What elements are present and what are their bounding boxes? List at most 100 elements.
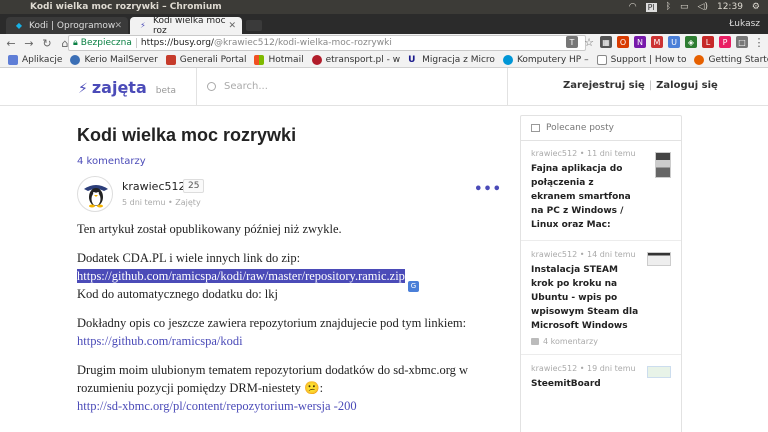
url-path: @krawiec512/kodi-wielka-moc-rozrywki — [213, 38, 392, 48]
translate-extension-icon[interactable]: T — [566, 36, 578, 48]
reload-icon[interactable]: ↻ — [40, 37, 54, 50]
post-title[interactable]: Instalacja STEAM krok po kroku na Ubuntu… — [531, 263, 641, 333]
lock-icon[interactable]: 🔒︎ — [73, 38, 78, 48]
paragraph: Ten artykuł został opublikowany później … — [77, 222, 342, 236]
battery-icon[interactable]: ▭ — [680, 2, 689, 12]
bookmarks-bar: Aplikacje Kerio MailServer Generali Port… — [0, 52, 768, 68]
list-item[interactable]: krawiec512 • 11 dni temu Fajna aplikacja… — [521, 141, 681, 241]
comments-count[interactable]: 4 komentarzy — [531, 337, 671, 346]
panel-header: Polecane posty — [521, 116, 681, 141]
paragraph: Drugim moim ulubionym tematem repozytori… — [77, 363, 469, 413]
post-time: 5 dni temu — [122, 198, 166, 207]
comment-icon — [531, 338, 539, 345]
auth-separator: | — [648, 80, 653, 91]
browser-toolbar: ← → ↻ ⌂ 🔒︎ Bezpieczna https://busy.org/ … — [0, 34, 768, 52]
pin-extension-icon[interactable]: P — [719, 36, 731, 48]
login-link[interactable]: Zaloguj się — [656, 80, 718, 91]
close-tab-icon[interactable]: ✕ — [228, 21, 236, 31]
browser-menu-icon[interactable]: ⋮ — [753, 36, 765, 49]
windows-icon — [254, 54, 265, 65]
url-host: https://busy.org/ — [140, 38, 214, 48]
mail-extension-icon[interactable]: M — [651, 36, 663, 48]
bookmark-star-icon[interactable]: ☆ — [583, 36, 595, 49]
box-extension-icon[interactable]: □ — [736, 36, 748, 48]
bluetooth-icon[interactable]: ᛒ — [666, 2, 671, 12]
office-extension-icon[interactable]: O — [617, 36, 629, 48]
article-title: Kodi wielka moc rozrywki — [77, 125, 297, 145]
auth-links: Zarejestruj się | Zaloguj się — [563, 80, 718, 91]
new-tab-button[interactable] — [246, 20, 262, 31]
volume-icon[interactable]: ◁) — [698, 2, 708, 12]
tab-kodi-oprogramowanie[interactable]: ◆ Kodi | Oprogramow ✕ — [6, 17, 128, 34]
firefox-icon — [694, 54, 705, 65]
keyboard-layout-icon[interactable]: Pl — [645, 2, 657, 12]
shield-extension-icon[interactable]: ◈ — [685, 36, 697, 48]
close-tab-icon[interactable]: ✕ — [114, 21, 122, 31]
repo-link[interactable]: https://github.com/ramicspa/kodi — [77, 334, 243, 348]
os-title-bar: Kodi wielka moc rozrywki – Chromium ◠ Pl… — [0, 0, 768, 14]
clock[interactable]: 12:39 — [717, 2, 743, 12]
kerio-icon — [70, 54, 81, 65]
logo-text: zajęta — [91, 78, 147, 97]
beta-badge: beta — [155, 86, 177, 96]
extension-grid-icon[interactable]: ▦ — [600, 36, 612, 48]
post-title[interactable]: Fajna aplikacja do połączenia z ekranem … — [531, 162, 641, 232]
settings-gear-icon[interactable]: ⚙ — [752, 2, 760, 12]
lastpass-extension-icon[interactable]: L — [702, 36, 714, 48]
tab-bar: ◆ Kodi | Oprogramow ✕ ⚡ Kodi wielka moc … — [0, 14, 768, 36]
window-title: Kodi wielka moc rozrywki – Chromium — [30, 2, 222, 12]
bookmark-hp[interactable]: Komputery HP – — [502, 54, 589, 65]
wifi-icon[interactable]: ◠ — [629, 2, 637, 12]
ublock-extension-icon[interactable]: U — [668, 36, 680, 48]
secure-label: Bezpieczna — [81, 38, 137, 48]
extension-icons: T ☆ ▦ O N M U ◈ L P □ ⋮ — [566, 36, 765, 49]
site-header: ⚡ zajęta beta Search... Zarejestruj się … — [0, 68, 768, 106]
address-bar[interactable]: 🔒︎ Bezpieczna https://busy.org/ @krawiec… — [68, 35, 586, 51]
comments-count-link[interactable]: 4 komentarzy — [77, 156, 502, 167]
author-name[interactable]: krawiec512 — [122, 180, 186, 193]
post-meta: 5 dni temu • Zajęty — [122, 198, 201, 207]
panel-heading: Polecane posty — [546, 123, 614, 133]
site-search[interactable]: Search... — [196, 68, 508, 105]
bookmark-etransport[interactable]: etransport.pl - w — [311, 54, 400, 65]
post-thumbnail[interactable] — [655, 152, 671, 178]
sd-xbmc-link[interactable]: http://sd-xbmc.org/pl/content/repozytori… — [77, 399, 357, 413]
system-tray: ◠ Pl ᛒ ▭ ◁) 12:39 ⚙ — [629, 2, 768, 12]
post-meta: krawiec512 • 11 dni temu — [531, 149, 636, 158]
article-body: Ten artykuł został opublikowany później … — [77, 220, 502, 415]
back-icon[interactable]: ← — [4, 37, 18, 50]
etransport-icon — [311, 54, 322, 65]
hp-logo-icon — [502, 54, 513, 65]
translate-popup-icon[interactable]: G — [408, 280, 420, 292]
recommended-posts-panel: Polecane posty krawiec512 • 11 dni temu … — [520, 115, 682, 432]
profile-user[interactable]: Łukasz — [729, 19, 760, 29]
forward-icon[interactable]: → — [22, 37, 36, 50]
author-row: krawiec512 25 5 dni temu • Zajęty ••• — [77, 176, 502, 220]
bookmark-getting-started[interactable]: Getting Started — [694, 54, 768, 65]
post-title[interactable]: SteemitBoard — [531, 377, 641, 391]
reputation-badge: 25 — [183, 179, 205, 193]
bookmark-generali[interactable]: Generali Portal — [165, 54, 246, 65]
register-link[interactable]: Zarejestruj się — [563, 80, 645, 91]
list-item[interactable]: krawiec512 • 19 dni temu SteemitBoard — [521, 355, 681, 399]
bookmark-hotmail[interactable]: Hotmail — [254, 54, 304, 65]
bookmark-kerio[interactable]: Kerio MailServer — [70, 54, 158, 65]
list-item[interactable]: krawiec512 • 14 dni temu Instalacja STEA… — [521, 241, 681, 355]
bolt-icon: ⚡ — [78, 81, 88, 97]
more-options-icon[interactable]: ••• — [474, 182, 502, 197]
post-thumbnail[interactable] — [647, 252, 671, 266]
avatar[interactable] — [77, 176, 113, 212]
page-icon — [596, 54, 607, 65]
site-logo[interactable]: ⚡ zajęta beta — [78, 78, 176, 97]
generali-icon — [165, 54, 176, 65]
article: Kodi wielka moc rozrywki 4 komentarzy kr… — [77, 125, 502, 415]
zip-link[interactable]: https://github.com/ramicspa/kodi/raw/mas… — [77, 269, 405, 283]
post-thumbnail[interactable] — [647, 366, 671, 378]
post-category[interactable]: Zajęty — [175, 198, 200, 207]
bookmark-migracja[interactable]: U Migracja z Micro — [408, 55, 495, 65]
tab-kodi-wielka-moc[interactable]: ⚡ Kodi wielka moc roz ✕ — [130, 16, 242, 36]
bookmark-support[interactable]: Support | How to — [596, 54, 686, 65]
search-icon — [207, 82, 216, 91]
onenote-extension-icon[interactable]: N — [634, 36, 646, 48]
bookmark-apps[interactable]: Aplikacje — [8, 54, 62, 65]
